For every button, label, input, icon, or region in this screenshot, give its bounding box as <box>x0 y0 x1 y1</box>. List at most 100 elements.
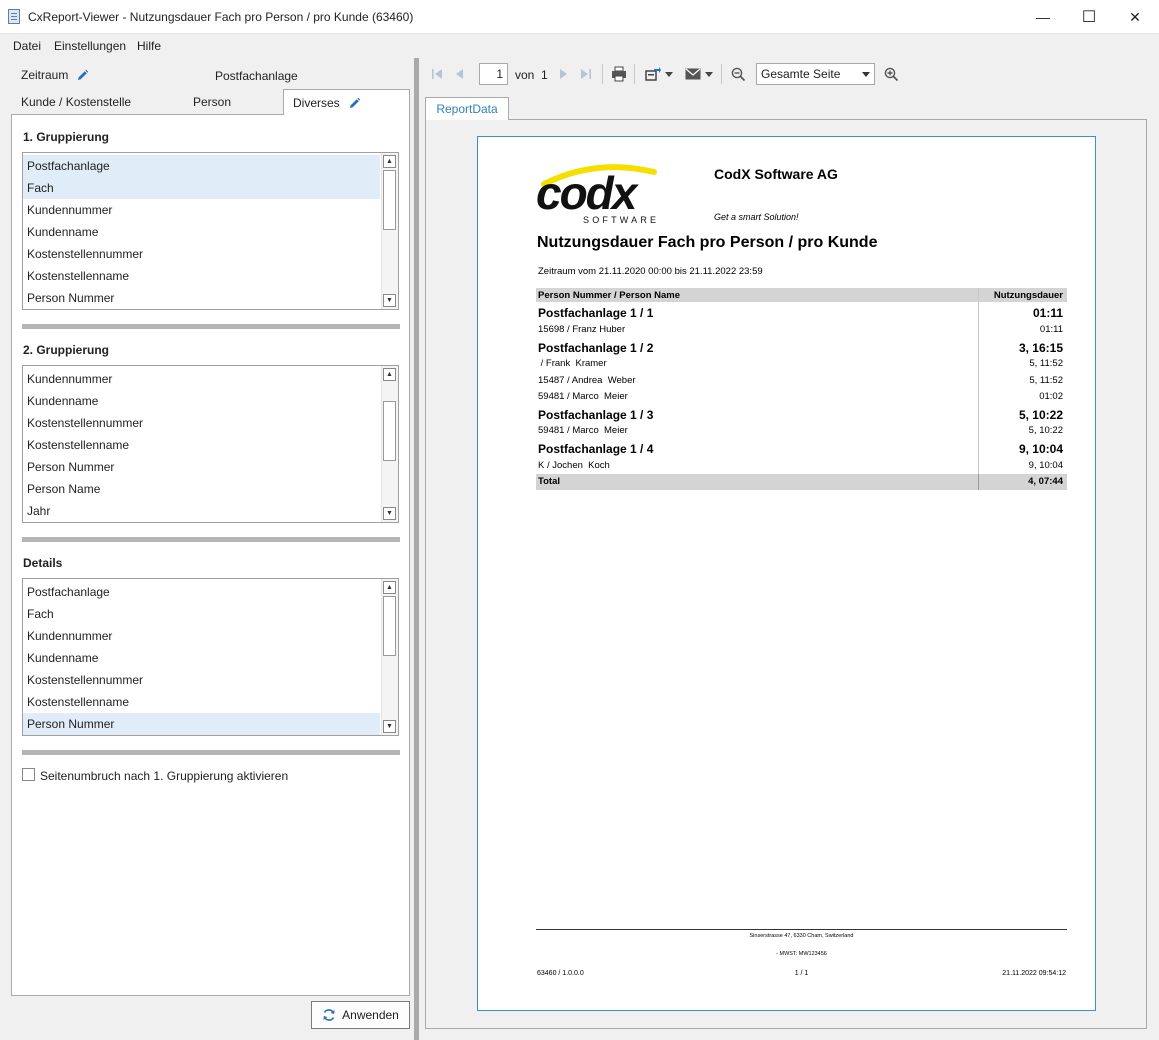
zoom-out-icon[interactable] <box>729 65 747 83</box>
scroll-thumb[interactable] <box>383 596 396 656</box>
of-label: von <box>515 68 535 82</box>
list-item[interactable]: Kostenstellenname <box>23 691 380 713</box>
maximize-button[interactable]: ☐ <box>1066 0 1112 34</box>
zoom-select[interactable]: Gesamte Seite <box>756 63 875 85</box>
list-item[interactable]: Kostenstellennummer <box>23 412 380 434</box>
chevron-down-icon <box>665 71 673 77</box>
apply-label: Anwenden <box>342 1008 399 1022</box>
list-item[interactable]: Fach <box>23 603 380 625</box>
toolbar-separator <box>602 64 603 84</box>
scroll-up-icon[interactable]: ▲ <box>383 581 396 594</box>
list-item[interactable]: Kundennummer <box>23 625 380 647</box>
last-page-icon[interactable] <box>579 65 593 83</box>
tab-reportdata[interactable]: ReportData <box>425 97 509 120</box>
menu-datei[interactable]: Datei <box>13 39 41 53</box>
refresh-icon <box>323 1009 335 1021</box>
first-page-icon[interactable] <box>430 65 444 83</box>
detail-row-label: K / Jochen Koch <box>538 460 610 471</box>
grouping1-title: 1. Gruppierung <box>23 130 110 144</box>
details-scrollbar[interactable]: ▲ ▼ <box>381 579 398 735</box>
zoom-value: Gesamte Seite <box>761 67 841 81</box>
total-label: Total <box>538 476 560 487</box>
list-item[interactable]: Kostenstellennummer <box>23 669 380 691</box>
group-row-label: Postfachanlage 1 / 1 <box>538 306 654 320</box>
prev-page-icon[interactable] <box>453 65 467 83</box>
grouping2-title: 2. Gruppierung <box>23 343 110 357</box>
scroll-up-icon[interactable]: ▲ <box>383 155 396 168</box>
list-item[interactable]: Kundennummer <box>23 368 380 390</box>
detail-row-value: 5, 11:52 <box>1029 358 1063 369</box>
list-item[interactable]: Postfachanlage <box>23 155 380 177</box>
email-button[interactable] <box>682 65 716 83</box>
page-break-checkbox[interactable] <box>22 768 35 781</box>
list-item[interactable]: Kostenstellenname <box>23 265 380 287</box>
grouping1-scrollbar[interactable]: ▲ ▼ <box>381 153 398 309</box>
minimize-button[interactable]: — <box>1020 0 1066 34</box>
apply-button[interactable]: Anwenden <box>311 1001 410 1029</box>
detail-row-value: 9, 10:04 <box>1028 460 1063 471</box>
company-name: CodX Software AG <box>714 166 838 182</box>
page-number-input[interactable]: 1 <box>479 63 508 85</box>
grouping2-list[interactable]: Kundennummer Kundenname Kostenstellennum… <box>22 365 399 523</box>
details-list[interactable]: Postfachanlage Fach Kundennummer Kundenn… <box>22 578 399 736</box>
detail-row-value: 01:11 <box>1039 324 1063 335</box>
list-item[interactable]: Postfachanlage <box>23 581 380 603</box>
list-item[interactable]: Kostenstellennummer <box>23 243 380 265</box>
column-divider <box>978 474 979 490</box>
zoom-in-icon[interactable] <box>882 65 900 83</box>
divider <box>22 324 400 329</box>
footer-date: 21.11.2022 09:54:12 <box>1002 970 1066 977</box>
scroll-down-icon[interactable]: ▼ <box>383 720 396 733</box>
column-divider <box>978 288 979 490</box>
list-item[interactable]: Kostenstellenname <box>23 434 380 456</box>
export-icon <box>645 67 661 81</box>
list-item[interactable]: Fach <box>23 177 380 199</box>
scroll-down-icon[interactable]: ▼ <box>383 507 396 520</box>
divider <box>22 537 400 542</box>
group-row-label: Postfachanlage 1 / 2 <box>538 341 654 355</box>
tab-diverses[interactable]: Diverses <box>283 89 410 115</box>
list-item[interactable]: Kundenname <box>23 221 380 243</box>
tab-zeitraum[interactable]: Zeitraum <box>21 68 89 82</box>
grouping1-list[interactable]: Postfachanlage Fach Kundennummer Kundenn… <box>22 152 399 310</box>
tab-diverses-label: Diverses <box>293 96 340 110</box>
detail-row-value: 01:02 <box>1039 391 1063 402</box>
scroll-thumb[interactable] <box>383 170 396 230</box>
export-button[interactable] <box>641 65 677 83</box>
menu-einstellungen[interactable]: Einstellungen <box>54 39 126 53</box>
list-item[interactable]: Person Nummer <box>23 456 380 478</box>
list-item[interactable]: Kundennummer <box>23 199 380 221</box>
footer-line <box>536 929 1067 930</box>
list-item[interactable]: Person Name <box>23 478 380 500</box>
chevron-down-icon <box>862 72 870 77</box>
col-duration-header: Nutzungsdauer <box>993 290 1063 301</box>
detail-row-label: / Frank Kramer <box>538 358 607 369</box>
close-button[interactable]: ✕ <box>1112 0 1158 34</box>
group-row-value: 3, 16:15 <box>1018 341 1063 355</box>
panel-splitter[interactable] <box>414 58 419 1040</box>
tab-postfachanlage[interactable]: Postfachanlage <box>215 69 298 83</box>
tab-person[interactable]: Person <box>193 95 231 109</box>
scroll-thumb[interactable] <box>383 401 396 461</box>
logo-subtext: SOFTWARE <box>583 215 659 225</box>
minimize-icon: — <box>1036 9 1050 25</box>
print-icon[interactable] <box>610 65 628 83</box>
list-item[interactable]: Person Nummer <box>23 713 380 735</box>
grouping2-scrollbar[interactable]: ▲ ▼ <box>381 366 398 522</box>
detail-row-value: 5, 10:22 <box>1028 425 1063 436</box>
scroll-up-icon[interactable]: ▲ <box>383 368 396 381</box>
list-item[interactable]: Person Nummer <box>23 287 380 309</box>
list-item[interactable]: Kundenname <box>23 390 380 412</box>
tab-kunde-kostenstelle[interactable]: Kunde / Kostenstelle <box>21 95 131 109</box>
list-item[interactable]: Kundenname <box>23 647 380 669</box>
footer-address: Sinserstrasse 47, 6330 Cham, Switzerland <box>749 933 854 939</box>
list-item[interactable]: Jahr <box>23 500 380 522</box>
menu-hilfe[interactable]: Hilfe <box>137 39 161 53</box>
group-row-label: Postfachanlage 1 / 3 <box>538 408 654 422</box>
footer-vat: - MWST: MW123456 <box>776 951 827 957</box>
next-page-icon[interactable] <box>556 65 570 83</box>
scroll-down-icon[interactable]: ▼ <box>383 294 396 307</box>
detail-row-label: 59481 / Marco Meier <box>538 425 628 436</box>
codx-logo: codx SOFTWARE <box>536 164 659 225</box>
logo-text: codx <box>536 167 640 219</box>
